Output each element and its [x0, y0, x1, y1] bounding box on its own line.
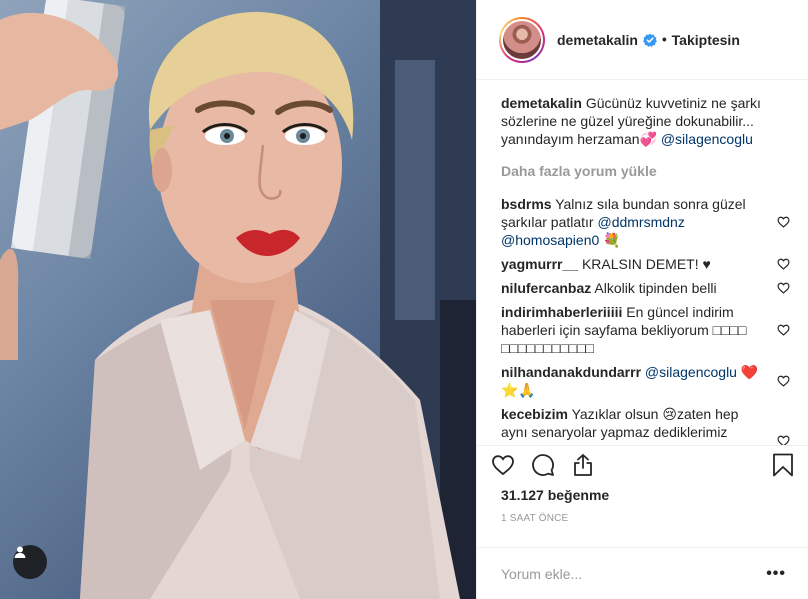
comment-row: kecebizim Yazıklar olsun 😢zaten hep aynı… — [501, 405, 790, 445]
caption-username[interactable]: demetakalin — [501, 95, 582, 111]
heart-icon[interactable] — [777, 435, 790, 446]
comment-username[interactable]: nilufercanbaz — [501, 280, 591, 296]
comment-username[interactable]: yagmurrr__ — [501, 256, 578, 272]
post-actions — [477, 445, 808, 483]
comment-username[interactable]: bsdrms — [501, 196, 552, 212]
comment-row: yagmurrr__ KRALSIN DEMET! ♥ — [501, 255, 790, 273]
heart-icon[interactable] — [777, 324, 790, 337]
follow-status-button[interactable]: Takiptesin — [672, 32, 740, 48]
post-author-username[interactable]: demetakalin — [557, 32, 638, 48]
share-button[interactable] — [571, 447, 611, 483]
comments-section[interactable]: demetakalin Gücünüz kuvvetiniz ne şarkı … — [477, 80, 808, 445]
like-count[interactable]: 31.127 beğenme — [477, 483, 808, 505]
comment-icon — [532, 453, 554, 476]
comment-row: bsdrms Yalnız sıla bundan sonra güzel şa… — [501, 195, 790, 249]
verified-badge-icon — [643, 33, 657, 47]
avatar-image — [501, 18, 543, 61]
comment-row: nilufercanbaz Alkolik tipinden belli — [501, 279, 790, 297]
more-options-button[interactable]: ••• — [766, 565, 786, 583]
instagram-post: demetakalin • Takiptesin demetakalin Güc… — [0, 0, 808, 599]
caption-mention[interactable]: @silagencoglu — [661, 131, 753, 147]
comment-input[interactable] — [501, 565, 767, 582]
heart-icon[interactable] — [777, 375, 790, 388]
post-header: demetakalin • Takiptesin — [477, 0, 808, 80]
portrait-illustration — [0, 0, 476, 599]
heart-icon — [492, 454, 514, 475]
comment-emoji: 💐 — [599, 232, 621, 248]
comment-username[interactable]: indirimhaberleriiiii — [501, 304, 622, 320]
comment-button[interactable] — [531, 447, 571, 483]
post-side-panel: demetakalin • Takiptesin demetakalin Güc… — [476, 0, 808, 599]
share-icon — [574, 453, 592, 476]
header-separator: • — [661, 32, 667, 47]
comment-text: KRALSIN DEMET! ♥ — [581, 256, 711, 272]
heart-icon[interactable] — [777, 282, 790, 295]
heart-icon[interactable] — [777, 258, 790, 271]
user-tag-icon — [14, 546, 26, 558]
user-tag-button[interactable] — [13, 545, 47, 579]
comment-username[interactable]: nilhandanakdundarrr — [501, 364, 641, 380]
like-button[interactable] — [491, 447, 531, 483]
add-comment-bar: ••• — [477, 547, 808, 599]
post-timestamp[interactable]: 1 SAAT ÖNCE — [477, 505, 808, 531]
comment-row: nilhandanakdundarrr @silagencoglu ❤️⭐🙏 — [501, 363, 790, 399]
comment-mention[interactable]: @silagencoglu — [645, 364, 737, 380]
comment-row: indirimhaberleriiiii En güncel indirim h… — [501, 303, 790, 357]
bookmark-icon — [773, 453, 793, 476]
post-photo[interactable] — [0, 0, 476, 599]
heart-icon[interactable] — [777, 216, 790, 229]
avatar[interactable] — [499, 16, 545, 63]
load-more-comments-button[interactable]: Daha fazla yorum yükle — [501, 163, 786, 179]
save-button[interactable] — [754, 447, 794, 483]
comment-list: bsdrms Yalnız sıla bundan sonra güzel şa… — [501, 195, 790, 445]
post-caption: demetakalin Gücünüz kuvvetiniz ne şarkı … — [501, 94, 786, 148]
comment-username[interactable]: kecebizim — [501, 406, 568, 422]
comment-text: Alkolik tipinden belli — [594, 280, 717, 296]
